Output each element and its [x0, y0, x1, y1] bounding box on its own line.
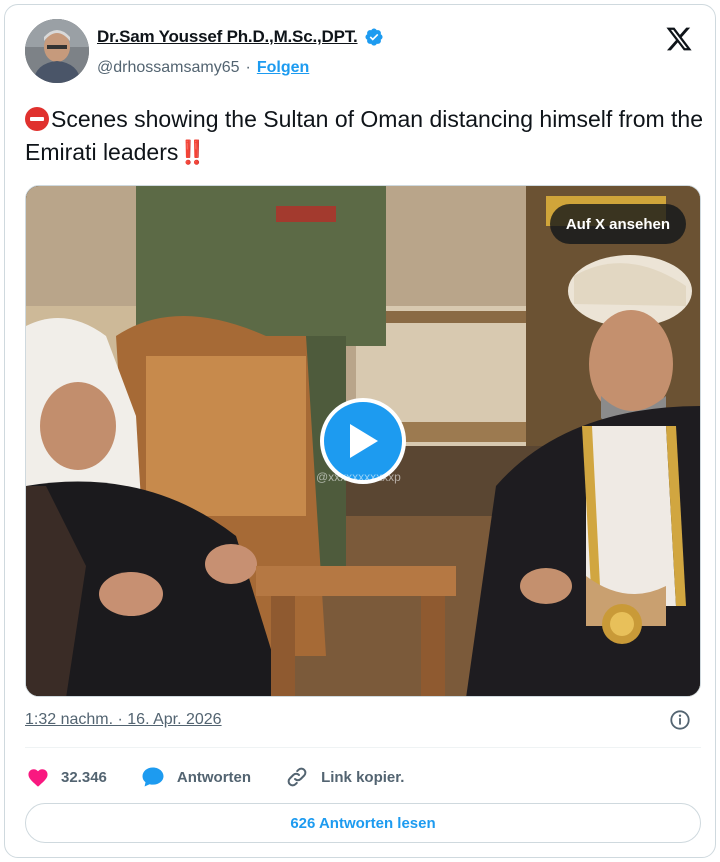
play-icon	[350, 424, 378, 458]
like-button[interactable]: 32.346	[27, 767, 107, 787]
read-replies-button[interactable]: 626 Antworten lesen	[25, 803, 701, 843]
separator-dot: ·	[245, 59, 251, 76]
follow-button[interactable]: Folgen	[257, 59, 309, 77]
tweet-text: Scenes showing the Sultan of Oman distan…	[25, 103, 705, 169]
no-entry-emoji-icon	[25, 107, 49, 131]
reply-button[interactable]: Antworten	[141, 766, 251, 788]
tweet-body: Scenes showing the Sultan of Oman distan…	[25, 106, 704, 165]
watch-on-x-button[interactable]: Auf X ansehen	[549, 204, 686, 244]
info-icon[interactable]	[669, 709, 691, 731]
video-watermark: @xxxxxxxxxxxp	[316, 470, 401, 484]
reply-label: Antworten	[176, 768, 252, 786]
avatar[interactable]	[25, 19, 89, 83]
verified-badge-icon	[364, 28, 383, 46]
like-count: 32.346	[61, 768, 107, 786]
heart-icon	[28, 769, 48, 787]
double-exclamation-emoji: ‼️	[178, 139, 207, 165]
reply-bubble-icon	[142, 767, 164, 787]
author-handle[interactable]: @drhossamsamy65	[97, 59, 240, 77]
copy-link-button[interactable]: Link kopier.	[285, 765, 404, 789]
tweet-card: Dr.Sam Youssef Ph.D.,M.Sc.,DPT. @drhossa…	[4, 4, 716, 858]
link-icon	[287, 767, 307, 787]
copy-link-label: Link kopier.	[321, 768, 405, 786]
author-display-name[interactable]: Dr.Sam Youssef Ph.D.,M.Sc.,DPT.	[97, 27, 358, 47]
video-player[interactable]: Auf X ansehen @xxxxxxxxxxxp	[25, 185, 701, 697]
x-logo-icon[interactable]	[665, 25, 693, 53]
action-bar: 32.346 Antworten Link kopier.	[27, 763, 438, 791]
divider	[25, 747, 701, 748]
tweet-timestamp[interactable]: 1:32 nachm. · 16. Apr. 2026	[25, 711, 222, 729]
